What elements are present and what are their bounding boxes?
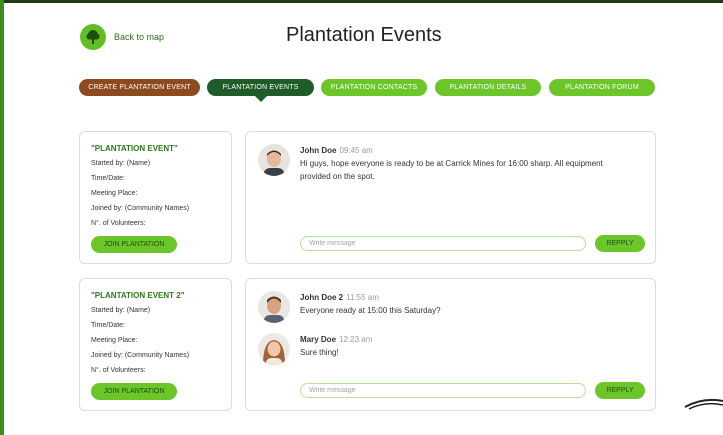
event-meeting-place: Meeting Place: bbox=[91, 190, 138, 197]
write-message-input[interactable] bbox=[300, 383, 586, 398]
write-message-input[interactable] bbox=[300, 236, 586, 251]
message-time: 09:45 am bbox=[339, 146, 373, 155]
event-volunteers: N°. of Volunteers: bbox=[91, 367, 146, 374]
message-time: 12:23 am bbox=[339, 335, 373, 344]
message-author-name: Mary Doe bbox=[300, 335, 337, 344]
tree-icon bbox=[80, 24, 106, 50]
event-joined-by: Joined by: (Community Names) bbox=[91, 205, 190, 212]
message-author-name: John Doe bbox=[300, 146, 337, 155]
message-author-name: John Doe 2 bbox=[300, 293, 344, 302]
chat-card: John Doe 2 11:55 am Everyone ready at 15:… bbox=[245, 278, 656, 411]
back-to-map-link[interactable]: Back to map bbox=[80, 24, 164, 50]
event-started-by: Started by: (Name) bbox=[91, 160, 151, 167]
left-border bbox=[0, 0, 4, 435]
tab-plantation-forum[interactable]: PLANTATION FORUM bbox=[549, 79, 655, 96]
top-border bbox=[0, 0, 723, 3]
message-author: Mary Doe 12:23 am bbox=[300, 335, 372, 344]
active-tab-pointer bbox=[255, 96, 267, 102]
join-plantation-button[interactable]: JOIN PLANTATION bbox=[91, 383, 177, 400]
avatar-mary-doe bbox=[258, 333, 290, 365]
event-started-by: Started by: (Name) bbox=[91, 307, 151, 314]
event-joined-by: Joined by: (Community Names) bbox=[91, 352, 190, 359]
avatar-john-doe bbox=[258, 144, 290, 176]
tab-plantation-details[interactable]: PLANTATION DETAILS bbox=[435, 79, 541, 96]
reply-button[interactable]: REPPLY bbox=[595, 235, 645, 252]
event-card: "PLANTATION EVENT" Started by: (Name) Ti… bbox=[79, 131, 232, 264]
event-title: "PLANTATION EVENT 2" bbox=[91, 291, 185, 300]
back-to-map-label: Back to map bbox=[114, 32, 165, 42]
tab-plantation-contacts[interactable]: PLANTATION CONTACTS bbox=[321, 79, 427, 96]
event-card: "PLANTATION EVENT 2" Started by: (Name) … bbox=[79, 278, 232, 411]
page-title: Plantation Events bbox=[286, 24, 442, 46]
message-author: John Doe 2 11:55 am bbox=[300, 293, 379, 302]
event-time-date: Time/Date: bbox=[91, 175, 125, 182]
join-plantation-button[interactable]: JOIN PLANTATION bbox=[91, 236, 177, 253]
message-text: Hi guys, hope everyone is ready to be at… bbox=[300, 159, 603, 181]
reply-button[interactable]: REPPLY bbox=[595, 382, 645, 399]
message-text: Everyone ready at 15:00 this Saturday? bbox=[300, 306, 441, 315]
message-time: 11:55 am bbox=[346, 293, 379, 302]
decorative-leaf-icon bbox=[684, 398, 723, 410]
chat-card: John Doe 09:45 am Hi guys, hope everyone … bbox=[245, 131, 656, 264]
avatar-john-doe-2 bbox=[258, 291, 290, 323]
message-text: Sure thing! bbox=[300, 348, 339, 357]
tab-plantation-events[interactable]: PLANTATION EVENTS bbox=[207, 79, 314, 96]
event-volunteers: N°. of Volunteers: bbox=[91, 220, 146, 227]
message-author: John Doe 09:45 am bbox=[300, 146, 373, 155]
event-title: "PLANTATION EVENT" bbox=[91, 144, 178, 153]
tab-create-plantation-event[interactable]: CREATE PLANTATION EVENT bbox=[79, 79, 200, 96]
event-time-date: Time/Date: bbox=[91, 322, 125, 329]
event-meeting-place: Meeting Place: bbox=[91, 337, 138, 344]
